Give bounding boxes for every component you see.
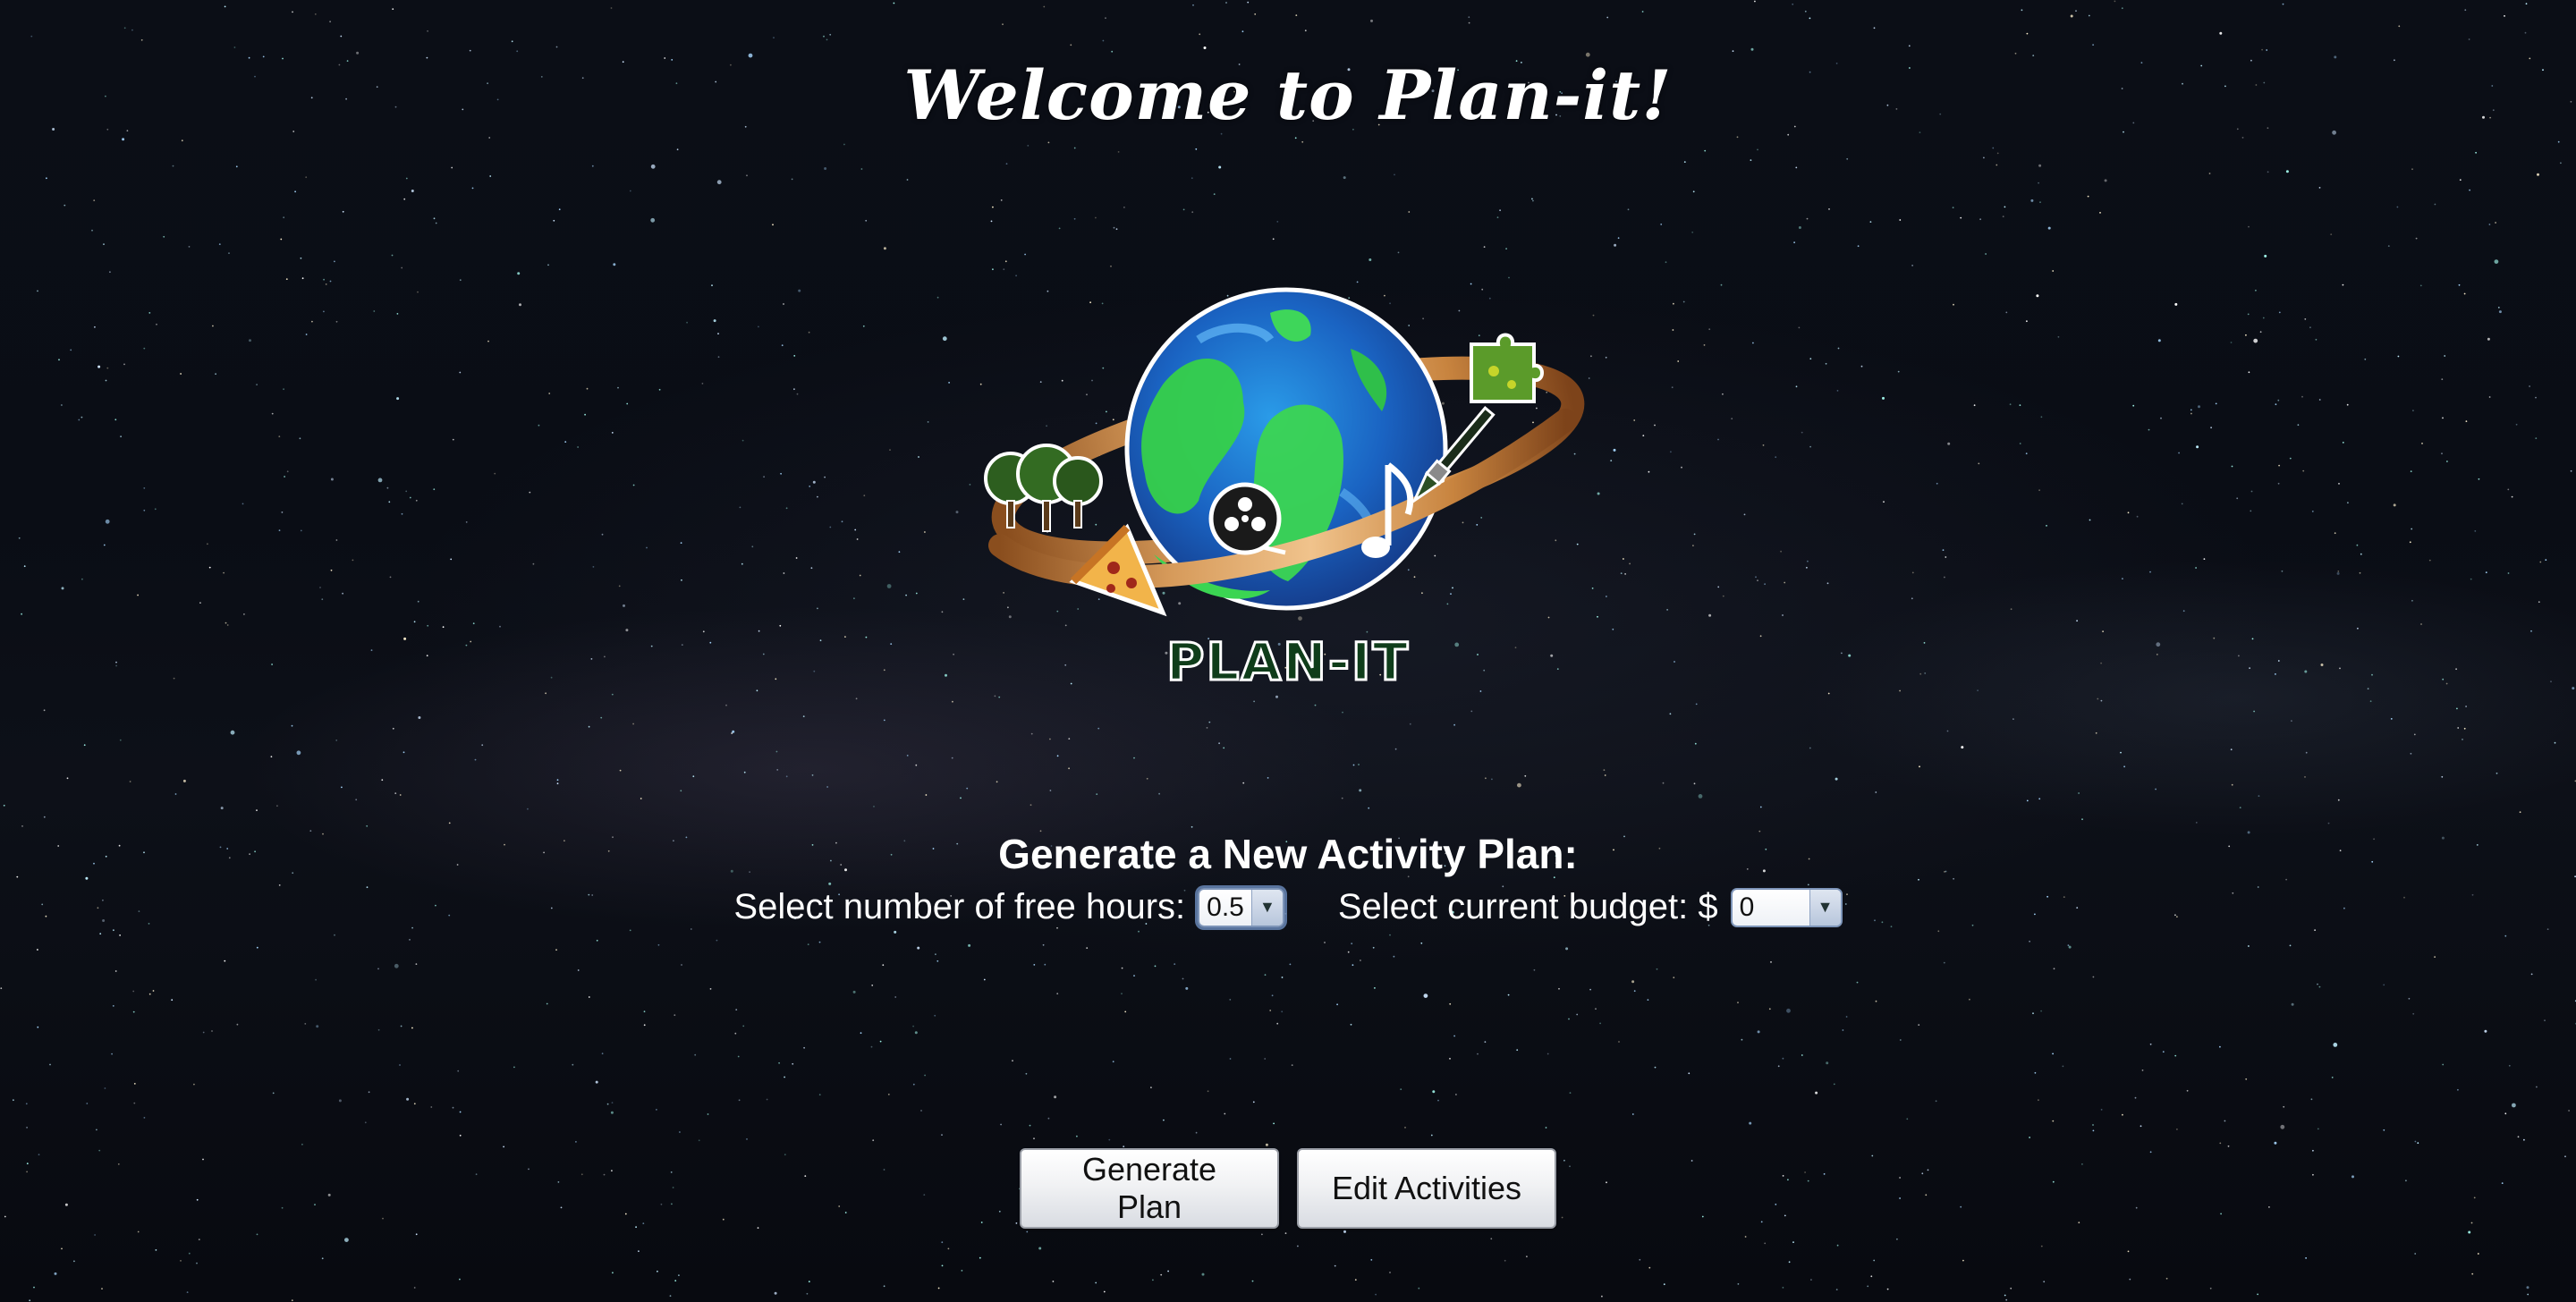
hours-select[interactable]: 0.5 ▼ [1198,887,1284,927]
budget-select-value: 0 [1739,892,1755,922]
chevron-down-icon[interactable]: ▼ [1250,889,1283,926]
budget-label: Select current budget: $ [1337,887,1718,926]
hours-select-value: 0.5 [1207,892,1244,922]
puzzle-piece-icon [1470,333,1544,403]
plan-form-heading: Generate a New Activity Plan: [998,831,1578,877]
budget-select[interactable]: 0 ▼ [1730,887,1843,927]
plan-form-controls: Select number of free hours: 0.5 ▼ Selec… [0,887,2576,927]
edit-activities-button[interactable]: Edit Activities [1297,1148,1556,1229]
logo-text: PLAN-IT [1166,631,1410,692]
page-title: Welcome to Plan-it! [903,55,1673,135]
generate-plan-button[interactable]: Generate Plan [1020,1148,1279,1229]
action-buttons: Generate Plan Edit Activities [0,1148,2576,1229]
plan-it-logo: PLAN-IT [975,286,1601,698]
chevron-down-icon[interactable]: ▼ [1809,889,1841,926]
hours-label: Select number of free hours: [733,887,1186,926]
